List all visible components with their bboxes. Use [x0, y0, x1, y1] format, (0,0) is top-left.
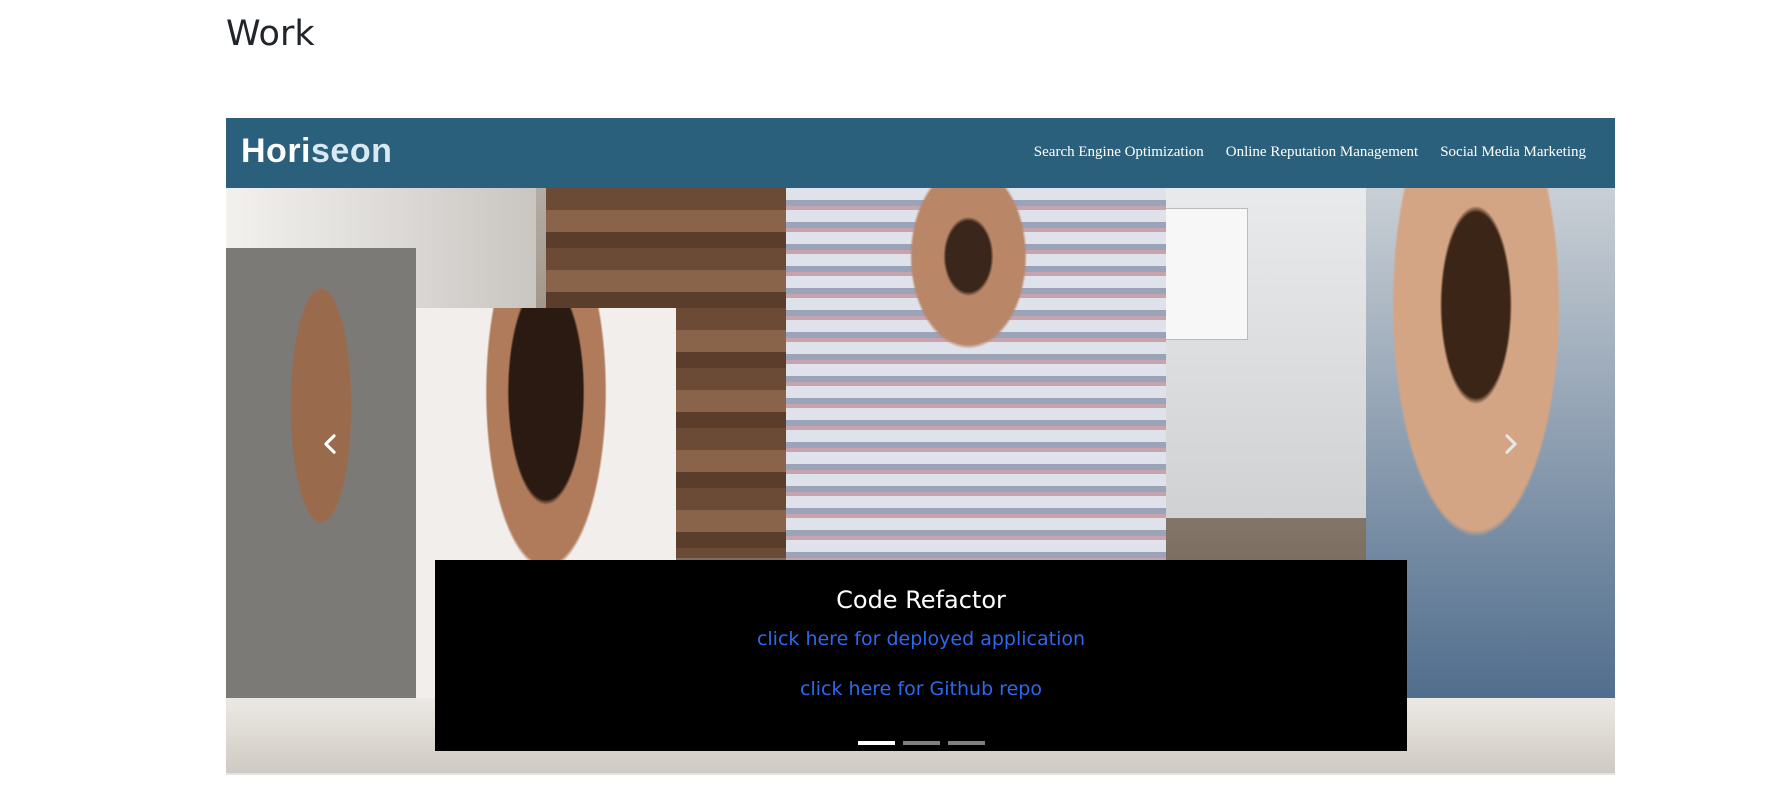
carousel-indicator-3[interactable]	[947, 741, 985, 745]
chevron-right-icon	[1500, 433, 1522, 459]
slide-site-link: Search Engine Optimization	[1033, 144, 1204, 160]
section-title: Work	[226, 14, 315, 54]
slide-site-link: Online Reputation Management	[1225, 144, 1419, 160]
project-carousel: Horiseon Search Engine Optimization Onli…	[226, 118, 1615, 775]
carousel-indicator-1[interactable]	[857, 741, 895, 745]
chevron-left-icon	[319, 433, 341, 459]
carousel-prev-button[interactable]	[226, 118, 434, 773]
deployed-app-link[interactable]: click here for deployed application	[435, 628, 1407, 650]
carousel-next-button[interactable]	[1407, 118, 1615, 773]
carousel-indicator-2[interactable]	[902, 741, 940, 745]
carousel-indicators	[435, 741, 1407, 745]
github-repo-link[interactable]: click here for Github repo	[435, 678, 1407, 700]
photo-person	[786, 188, 1166, 568]
page: Work Horiseon Search Engine Optimization…	[0, 0, 1784, 807]
caption-title: Code Refactor	[836, 586, 1006, 614]
carousel-caption: Code Refactor click here for deployed ap…	[435, 560, 1407, 751]
